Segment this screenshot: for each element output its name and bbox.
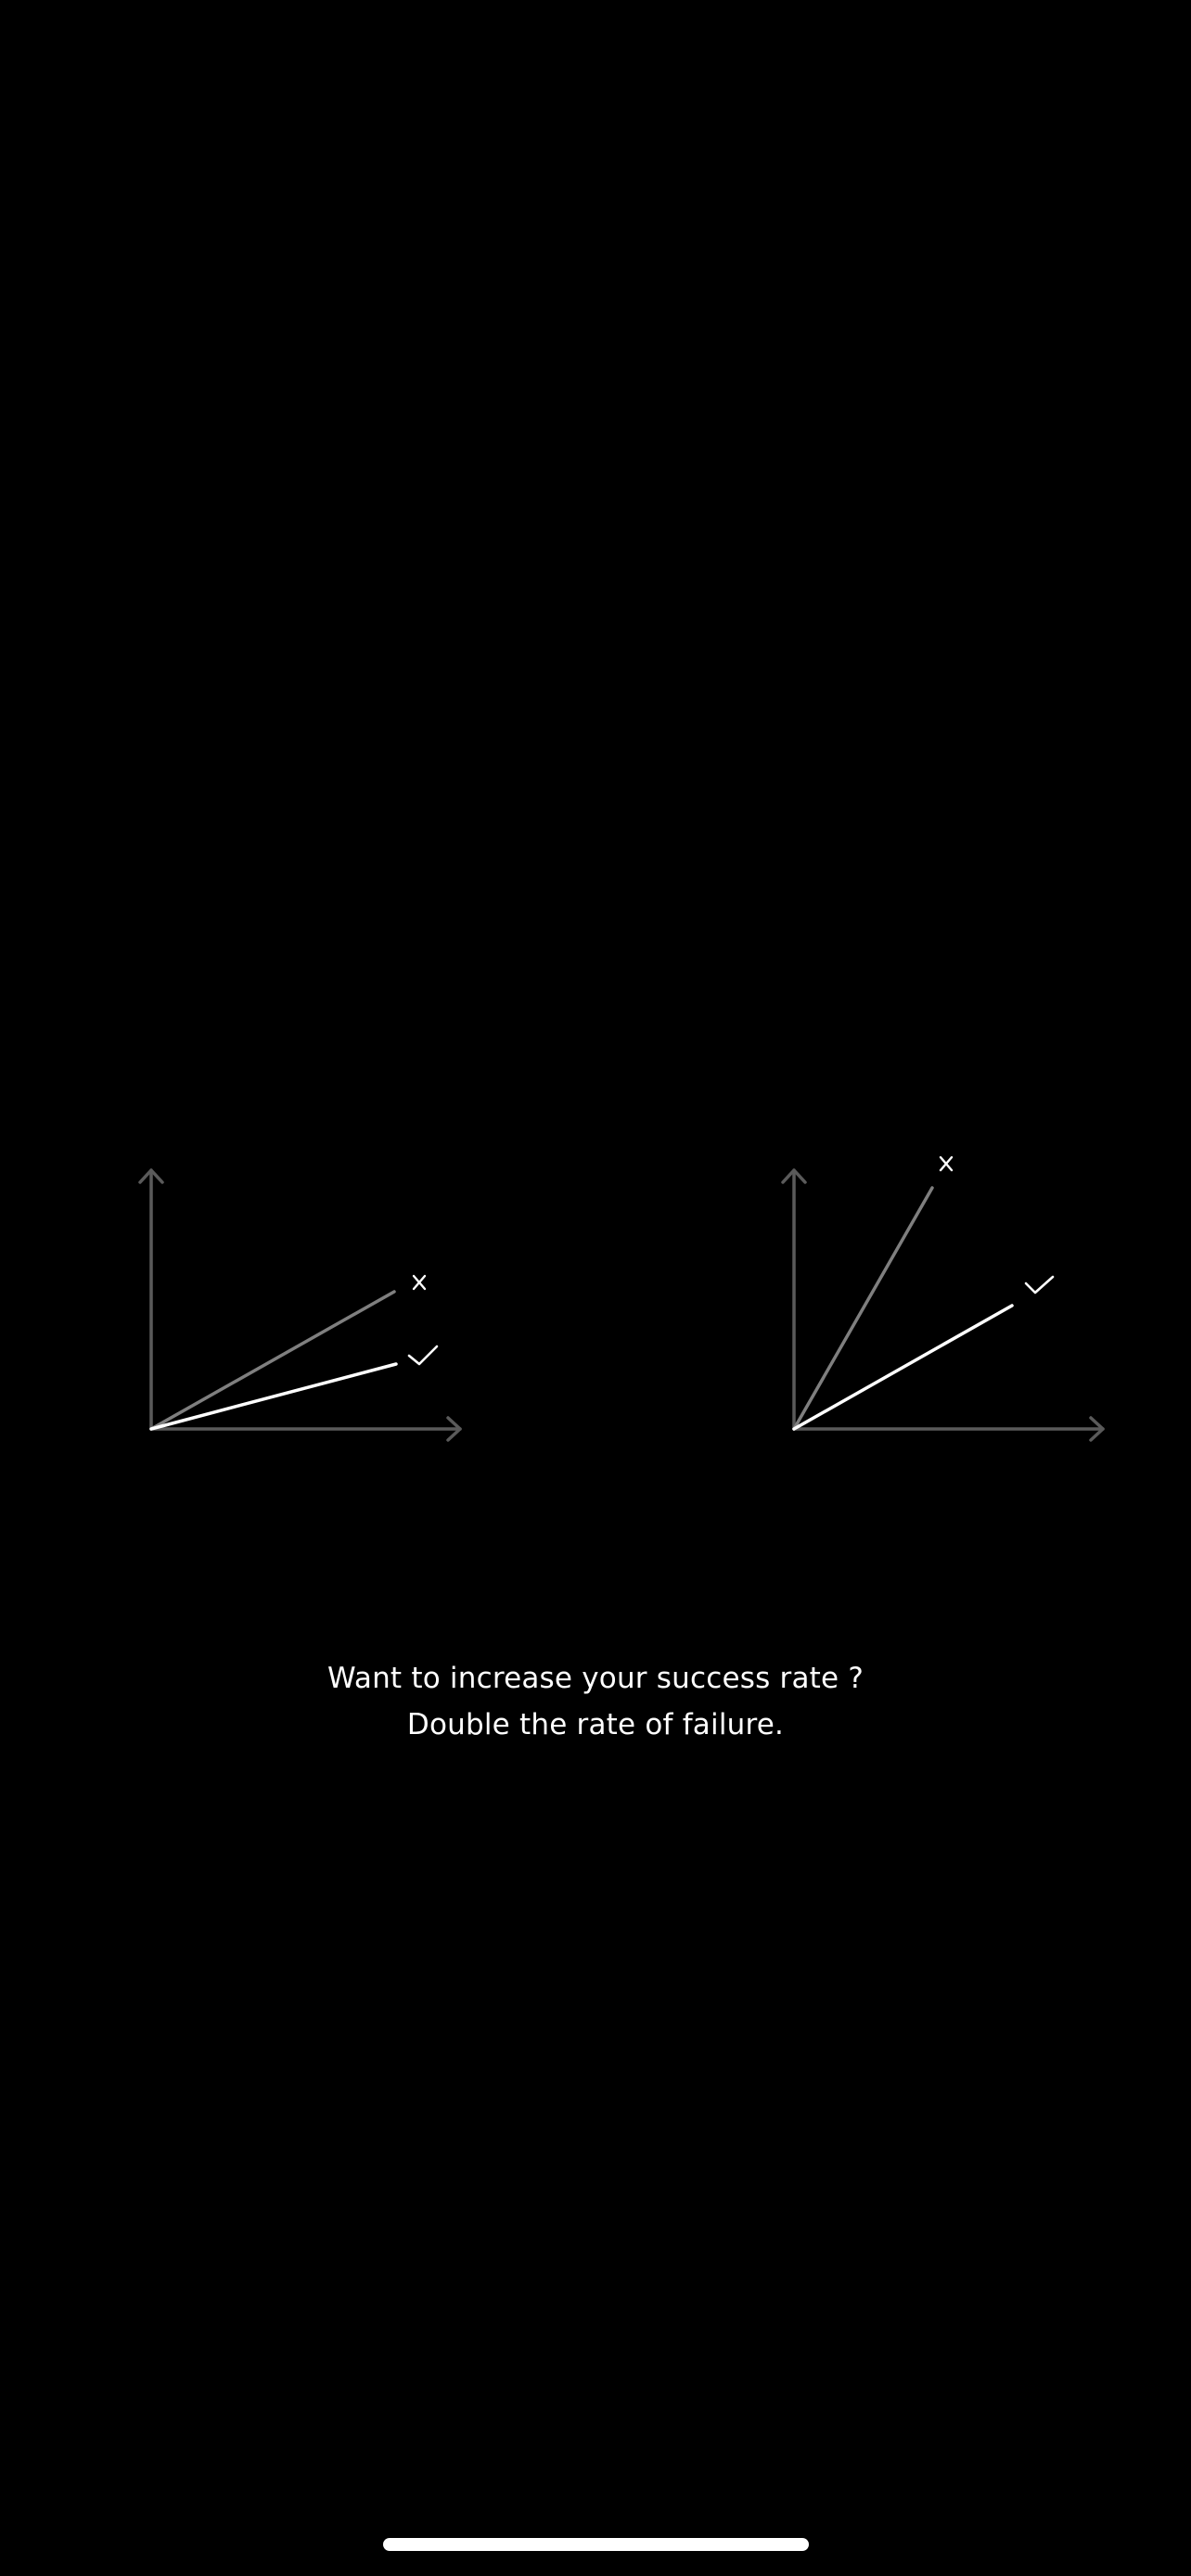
check-icon — [1024, 1275, 1055, 1294]
left-y-axis — [138, 1168, 164, 1431]
home-indicator[interactable] — [383, 2538, 809, 2551]
left-failure-line — [149, 1290, 396, 1431]
x-icon — [939, 1155, 954, 1172]
right-y-axis — [781, 1168, 807, 1431]
right-x-axis — [792, 1416, 1105, 1442]
right-success-line — [792, 1304, 1014, 1431]
right-failure-line — [792, 1186, 934, 1431]
caption: Want to increase your success rate ? Dou… — [0, 1655, 1191, 1748]
left-success-line — [149, 1362, 398, 1431]
caption-line-1: Want to increase your success rate ? — [327, 1662, 864, 1695]
left-graph — [138, 1168, 462, 1442]
left-x-axis — [149, 1416, 462, 1442]
check-icon — [407, 1345, 439, 1366]
right-graph — [781, 1155, 1105, 1442]
x-icon — [412, 1274, 427, 1291]
caption-line-2: Double the rate of failure. — [406, 1708, 785, 1741]
failure-success-diagram — [138, 1155, 1105, 1442]
